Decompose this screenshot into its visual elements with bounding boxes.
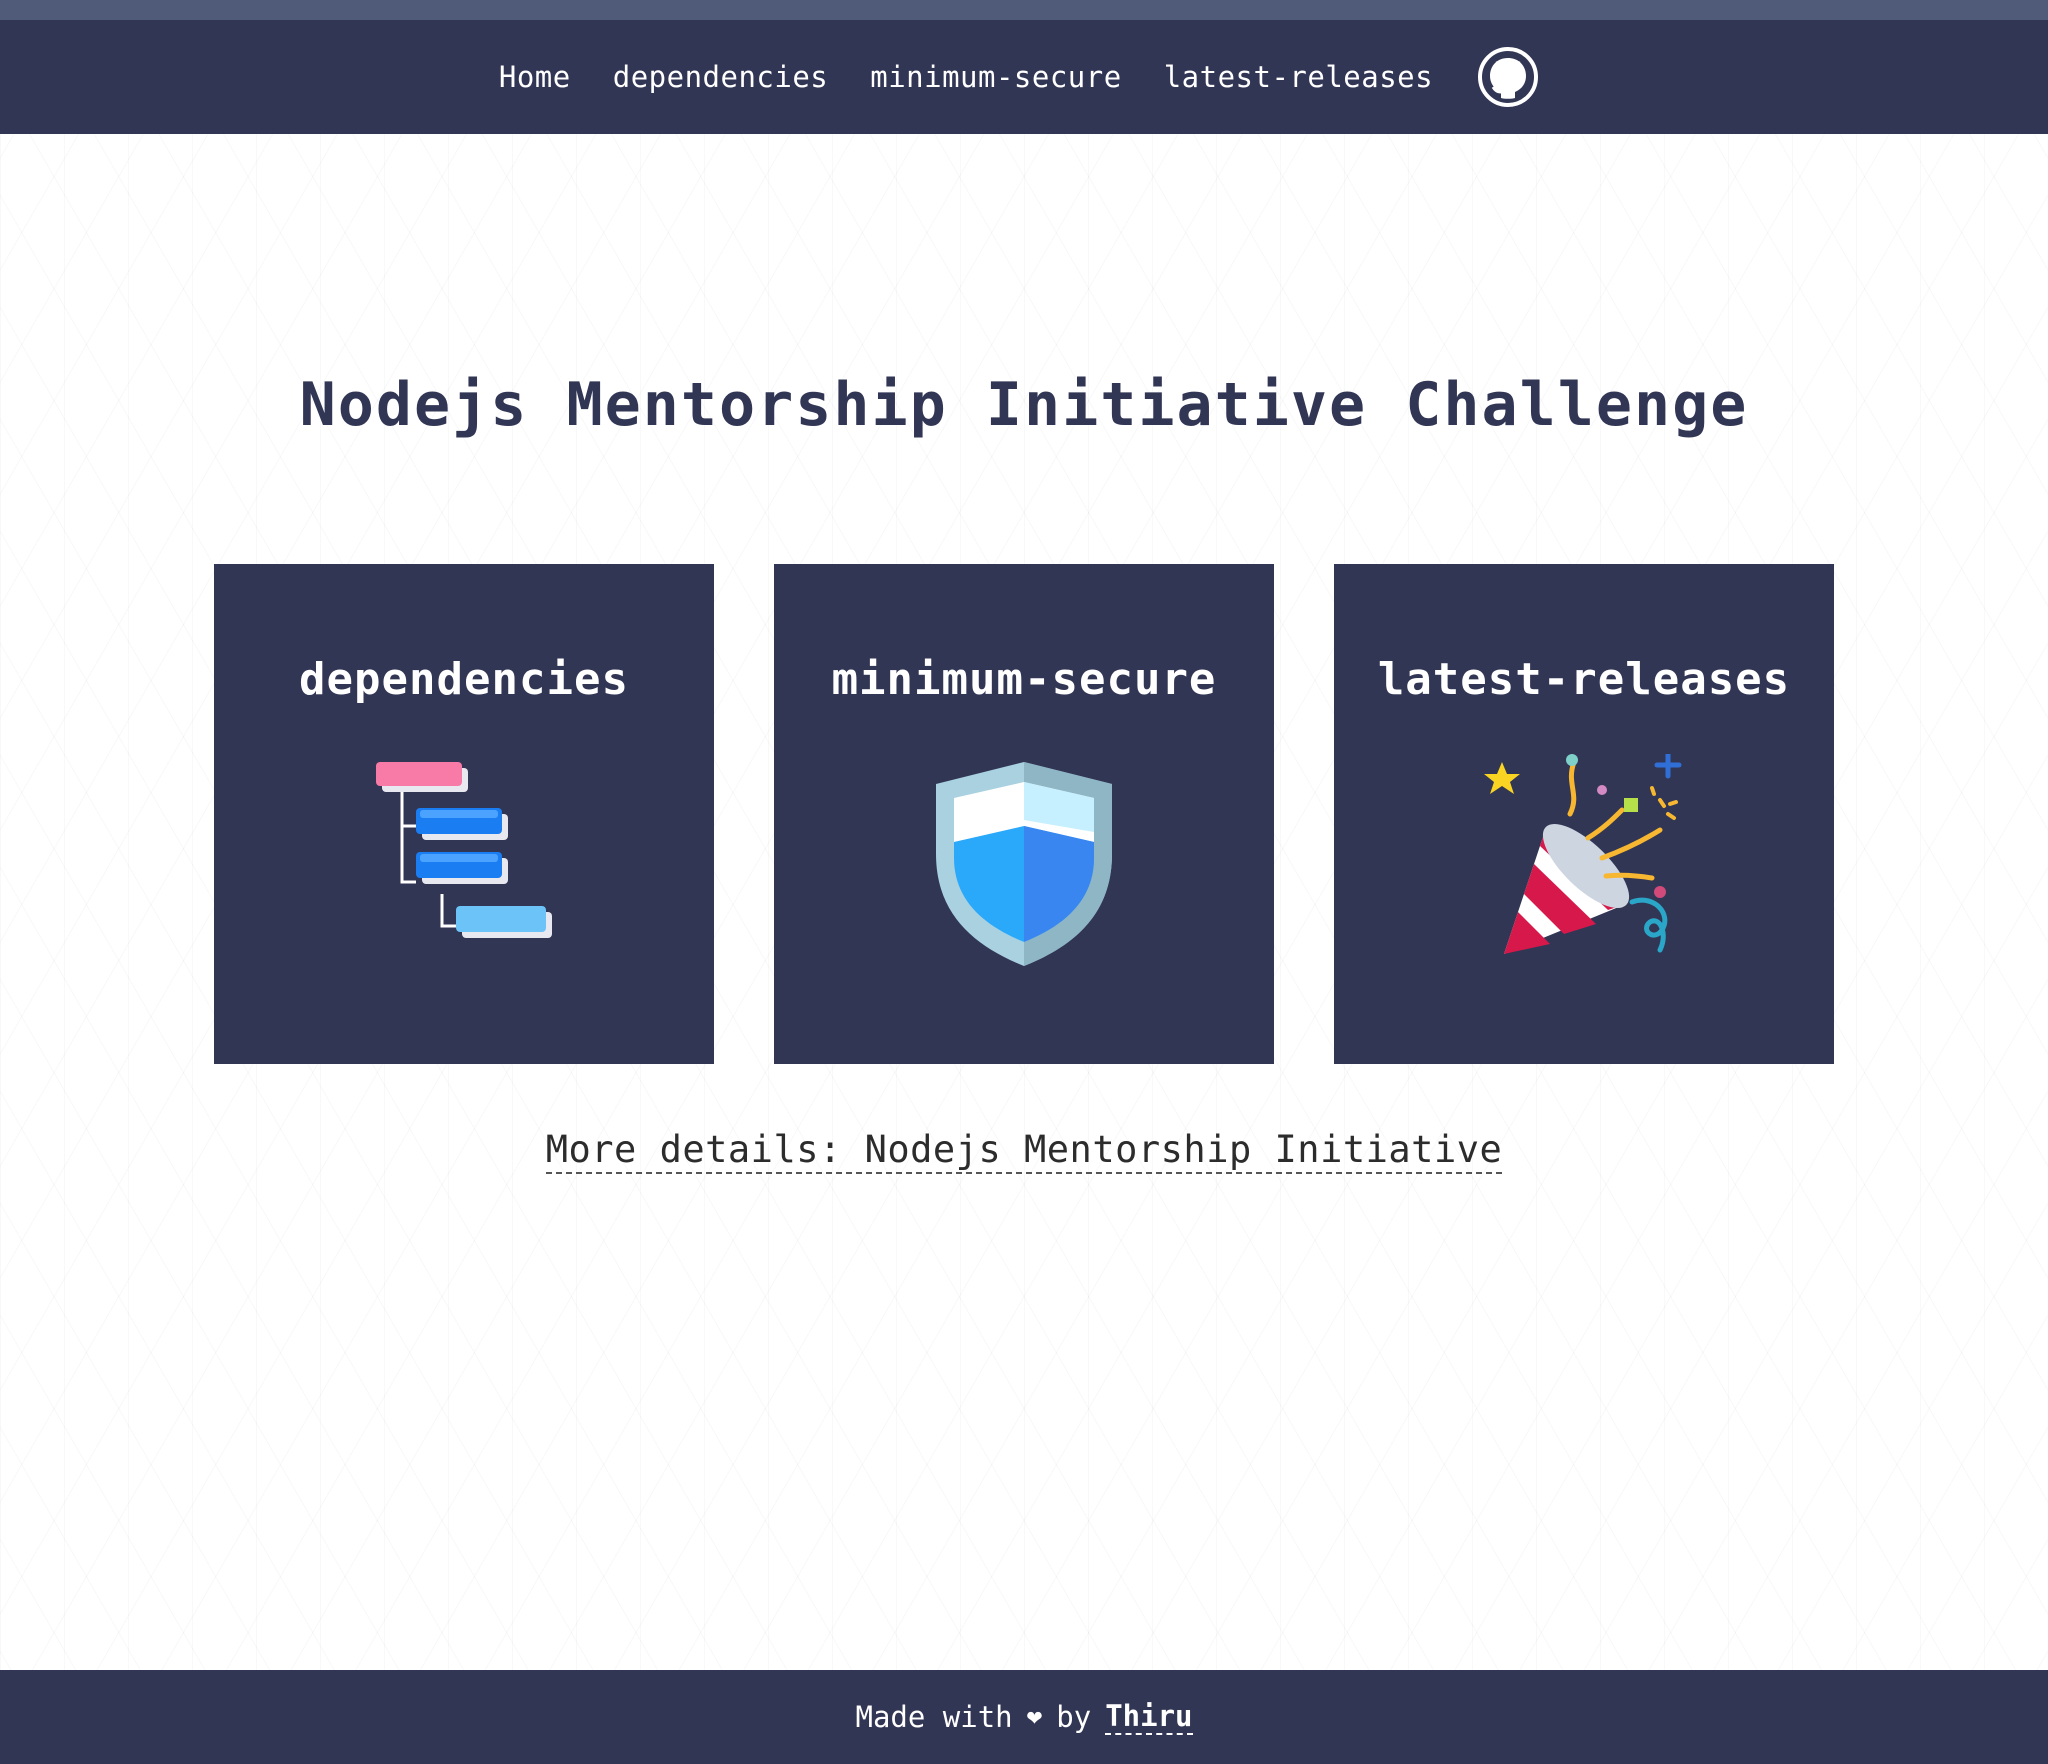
shield-icon bbox=[936, 762, 1112, 966]
top-accent-strip bbox=[0, 0, 2048, 20]
nav-link-minimum-secure[interactable]: minimum-secure bbox=[870, 60, 1121, 94]
card-title: dependencies bbox=[299, 654, 629, 705]
heart-icon: ❤ bbox=[1026, 1702, 1043, 1732]
top-navbar: Home dependencies minimum-secure latest-… bbox=[0, 20, 2048, 134]
footer-made-with: Made with bbox=[855, 1700, 1013, 1734]
nav-links: Home dependencies minimum-secure latest-… bbox=[499, 46, 1539, 108]
nav-link-dependencies[interactable]: dependencies bbox=[613, 60, 829, 94]
page-title: Nodejs Mentorship Initiative Challenge bbox=[299, 370, 1749, 440]
card-title: minimum-secure bbox=[831, 654, 1217, 705]
nav-link-latest-releases[interactable]: latest-releases bbox=[1164, 60, 1433, 94]
card-minimum-secure[interactable]: minimum-secure bbox=[774, 564, 1274, 1064]
card-latest-releases[interactable]: latest-releases bbox=[1334, 564, 1834, 1064]
github-icon[interactable] bbox=[1477, 46, 1539, 108]
footer-author-link[interactable]: Thiru bbox=[1105, 1699, 1193, 1735]
footer-by: by bbox=[1056, 1700, 1092, 1734]
more-details-link[interactable]: More details: Nodejs Mentorship Initiati… bbox=[545, 1128, 1503, 1174]
footer: Made with ❤ by Thiru bbox=[0, 1670, 2048, 1764]
nav-link-home[interactable]: Home bbox=[499, 60, 571, 94]
card-title: latest-releases bbox=[1377, 654, 1791, 705]
dependency-tree-icon bbox=[376, 762, 552, 938]
party-popper-icon bbox=[1484, 754, 1682, 954]
card-dependencies[interactable]: dependencies bbox=[214, 564, 714, 1064]
more-details-row: More details: Nodejs Mentorship Initiati… bbox=[0, 1128, 2048, 1174]
